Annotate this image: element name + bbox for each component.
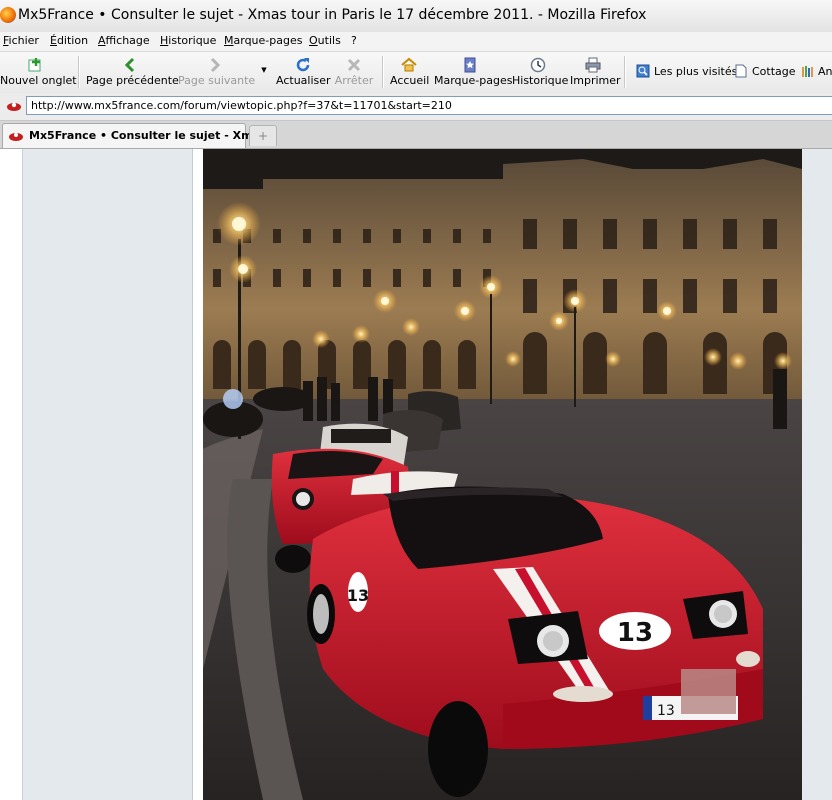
history-button[interactable]: Historique	[512, 54, 568, 90]
bookmark-most-visited[interactable]: Les plus visités	[636, 64, 737, 82]
home-label: Accueil	[390, 74, 430, 87]
print-button[interactable]: Imprimer	[570, 54, 621, 90]
new-tab-label: Nouvel onglet	[0, 74, 77, 87]
reload-label: Actualiser	[276, 74, 331, 87]
forward-button[interactable]: Page suivante	[178, 54, 256, 90]
page-content: 13 13 13	[0, 149, 832, 800]
new-tab-plus-button[interactable]: +	[249, 125, 277, 146]
door-number-label: 13	[347, 586, 369, 605]
toolbar-separator	[382, 56, 384, 88]
menu-edition[interactable]: Édition	[50, 34, 88, 47]
bookmarks-icon	[464, 57, 476, 73]
page-icon	[735, 64, 747, 78]
hood-number-label: 13	[617, 618, 653, 648]
back-button[interactable]: Page précédente	[86, 54, 179, 90]
history-label: Historique	[512, 74, 569, 87]
menu-historique[interactable]: Historique	[160, 34, 216, 47]
stop-label: Arrêter	[334, 74, 374, 87]
chevron-down-icon: ▼	[261, 66, 267, 74]
new-tab-button[interactable]: Nouvel onglet	[0, 54, 77, 90]
reload-icon	[296, 58, 310, 72]
stop-button[interactable]: Arrêter	[334, 54, 374, 90]
stop-icon	[347, 58, 361, 72]
menu-affichage[interactable]: Affichage	[98, 34, 150, 47]
photo-louvre-mx5-cars: 13 13 13	[203, 149, 802, 800]
tab-mx5france[interactable]: Mx5France • Consulter le sujet - Xm...	[2, 123, 265, 148]
back-label: Page précédente	[86, 74, 179, 87]
address-bar	[0, 93, 832, 121]
home-button[interactable]: Accueil	[390, 54, 430, 90]
bookmark-cottage-label: Cottage	[752, 65, 796, 78]
bookmark-partial-label: An	[818, 65, 832, 78]
bookmarks-button[interactable]: Marque-pages	[434, 54, 512, 90]
forum-post-author-column	[23, 149, 193, 800]
firefox-logo-icon	[0, 7, 16, 23]
tab-bar: Mx5France • Consulter le sujet - Xm... +	[0, 121, 832, 149]
page-left-margin	[0, 149, 23, 800]
home-icon	[401, 57, 417, 72]
forward-label: Page suivante	[178, 74, 256, 87]
page-right-margin	[802, 149, 832, 800]
printer-icon	[585, 57, 601, 73]
clock-icon	[530, 57, 546, 73]
window-title-bar: Mx5France • Consulter le sujet - Xmas to…	[0, 0, 832, 33]
menu-bar: Fichier Édition Affichage Historique Mar…	[0, 32, 832, 51]
back-arrow-icon	[124, 57, 135, 73]
history-dropdown-button[interactable]: ▼	[258, 54, 270, 90]
new-tab-icon	[28, 58, 41, 72]
site-favicon-icon	[7, 102, 21, 111]
navigation-toolbar: Nouvel onglet Page précédente Page suiva…	[0, 51, 832, 94]
menu-fichier[interactable]: Fichier	[3, 34, 39, 47]
plate-number-label: 13	[657, 703, 675, 719]
forward-arrow-icon	[210, 57, 221, 73]
bookmark-partial[interactable]: An	[800, 64, 832, 82]
reload-button[interactable]: Actualiser	[276, 54, 331, 90]
toolbar-separator	[624, 56, 626, 88]
tab-favicon-icon	[9, 133, 23, 141]
menu-help[interactable]: ?	[351, 34, 357, 47]
plus-icon: +	[257, 129, 269, 143]
toolbar-separator	[78, 56, 80, 88]
bookmark-most-visited-label: Les plus visités	[654, 65, 738, 78]
tab-label: Mx5France • Consulter le sujet - Xm...	[29, 129, 266, 142]
pencils-icon	[802, 66, 813, 77]
bookmark-folder-icon	[636, 64, 650, 78]
window-title: Mx5France • Consulter le sujet - Xmas to…	[18, 7, 647, 23]
bookmarks-label: Marque-pages	[434, 74, 513, 87]
menu-outils[interactable]: Outils	[309, 34, 341, 47]
bookmark-cottage[interactable]: Cottage	[734, 64, 796, 82]
post-photo: 13 13 13	[203, 149, 802, 800]
menu-marque-pages[interactable]: Marque-pages	[224, 34, 302, 47]
url-input[interactable]	[26, 96, 832, 115]
print-label: Imprimer	[570, 74, 621, 87]
